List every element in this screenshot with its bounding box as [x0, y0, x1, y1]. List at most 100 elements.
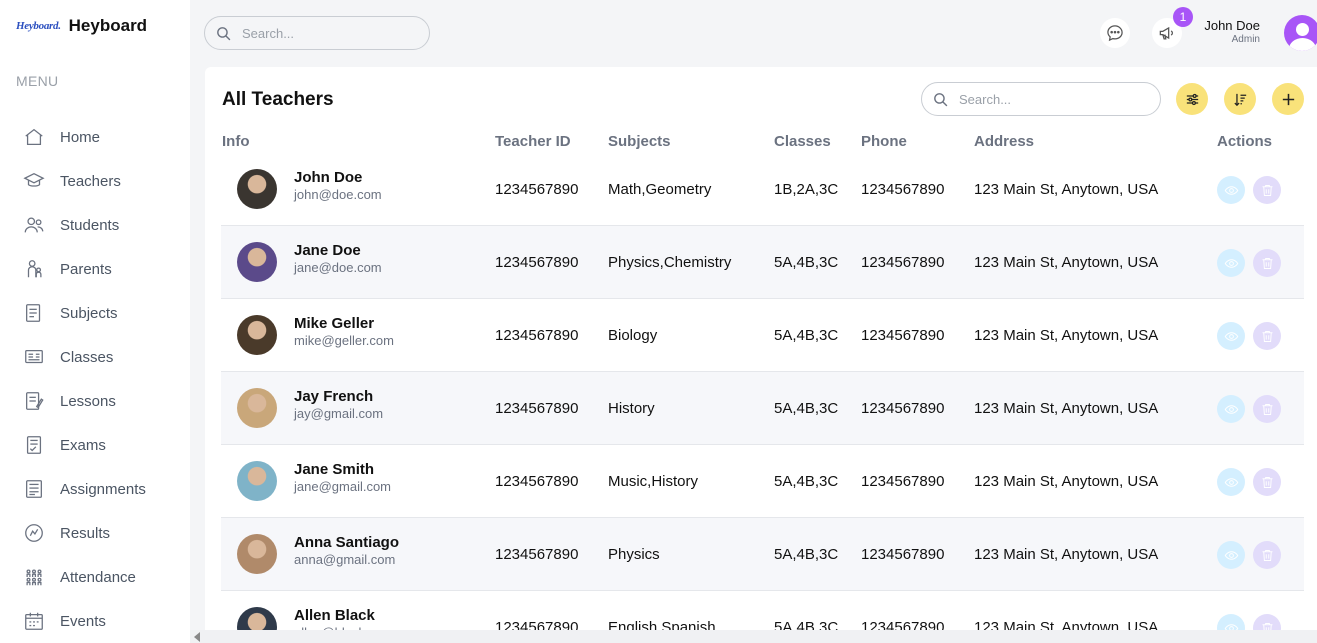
- filter-button[interactable]: [1176, 83, 1208, 115]
- sort-button[interactable]: [1224, 83, 1256, 115]
- teacher-id: 1234567890: [495, 327, 579, 344]
- scroll-left-arrow[interactable]: [194, 632, 200, 642]
- teacher-address: 123 Main St, Anytown, USA: [974, 181, 1159, 198]
- teacher-subjects: Physics,Chemistry: [608, 254, 732, 271]
- teacher-name: John Doe: [294, 169, 363, 186]
- sidebar-item-label: Attendance: [60, 568, 136, 586]
- sidebar-item-home[interactable]: Home: [22, 115, 146, 159]
- sidebar-item-subjects[interactable]: Subjects: [22, 291, 146, 335]
- table-header: Info Teacher ID Subjects Classes Phone Addres…: [222, 133, 1304, 153]
- eye-icon: [1224, 477, 1238, 487]
- view-button[interactable]: [1217, 395, 1245, 423]
- teacher-subjects: Biology: [608, 327, 658, 344]
- table-search-box[interactable]: [921, 82, 1161, 116]
- add-teacher-button[interactable]: [1272, 83, 1304, 115]
- sidebar-item-events[interactable]: Events: [22, 599, 146, 643]
- teacher-photo: [237, 315, 277, 355]
- messages-button[interactable]: [1100, 18, 1130, 48]
- table-row: John Doe john@doe.com 1234567890 Math,Geome…: [221, 153, 1304, 226]
- class-icon: [22, 345, 46, 369]
- teacher-subjects: History: [608, 400, 655, 417]
- horizontal-scrollbar[interactable]: [190, 630, 1317, 643]
- user-avatar[interactable]: [1284, 15, 1317, 51]
- view-button[interactable]: [1217, 614, 1245, 630]
- sidebar-item-label: Results: [60, 524, 111, 542]
- teacher-email: jay@gmail.com: [294, 406, 384, 421]
- plus-icon: [1282, 93, 1294, 105]
- delete-button[interactable]: [1253, 541, 1281, 569]
- teacher-phone: 1234567890: [861, 619, 945, 630]
- page-title: All Teachers: [222, 89, 334, 110]
- table-row: Mike Geller mike@geller.com 1234567890 Biol…: [221, 299, 1304, 372]
- exam-icon: [22, 433, 46, 457]
- teacher-name: Anna Santiago: [294, 534, 400, 551]
- view-button[interactable]: [1217, 322, 1245, 350]
- sidebar-item-teachers[interactable]: Teachers: [22, 159, 146, 203]
- column-header-phone: Phone: [861, 133, 907, 150]
- teacher-photo: [237, 169, 277, 209]
- teacher-phone: 1234567890: [861, 400, 945, 417]
- top-search-box[interactable]: [204, 16, 430, 50]
- sidebar-item-results[interactable]: Results: [22, 511, 146, 555]
- sidebar-item-attendance[interactable]: Attendance: [22, 555, 146, 599]
- teacher-id: 1234567890: [495, 181, 579, 198]
- teacher-name: Jane Smith: [294, 461, 375, 478]
- teacher-classes: 5A,4B,3C: [774, 327, 839, 344]
- notification-badge: 1: [1173, 7, 1193, 27]
- sidebar-item-exams[interactable]: Exams: [22, 423, 146, 467]
- sidebar: Heyboard. Heyboard MENU Home Teachers Stud…: [0, 0, 190, 643]
- sidebar-item-label: Teachers: [60, 172, 121, 190]
- home-icon: [22, 125, 46, 149]
- sidebar-item-assignments[interactable]: Assignments: [22, 467, 146, 511]
- table-row: Allen Blackallen@black.com1234567890Engl…: [221, 591, 1304, 630]
- view-button[interactable]: [1217, 176, 1245, 204]
- table-search-input[interactable]: [959, 91, 1139, 107]
- delete-button[interactable]: [1253, 176, 1281, 204]
- teacher-phone: 1234567890: [861, 254, 945, 271]
- view-button[interactable]: [1217, 249, 1245, 277]
- delete-button[interactable]: [1253, 395, 1281, 423]
- view-button[interactable]: [1217, 468, 1245, 496]
- table-row: Jay French jay@gmail.com 1234567890 History…: [221, 372, 1304, 445]
- column-header-actions: Actions: [1217, 133, 1273, 150]
- avatar-body: [1289, 38, 1316, 51]
- teacher-subjects: Math,Geometry: [608, 181, 712, 198]
- topbar: 1 John Doe Admin: [190, 0, 1317, 66]
- top-search-input[interactable]: [242, 25, 412, 41]
- teacher-subjects: English,Spanish: [608, 619, 716, 630]
- delete-button[interactable]: [1253, 249, 1281, 277]
- sidebar-item-label: Home: [60, 128, 101, 146]
- user-role: Admin: [1231, 34, 1260, 45]
- brand-name: Heyboard: [68, 16, 148, 35]
- teacher-photo: [237, 607, 277, 630]
- assignment-icon: [22, 477, 46, 501]
- teacher-address: 123 Main St, Anytown, USA: [974, 546, 1159, 563]
- teacher-photo: [237, 242, 277, 282]
- menu-title: MENU: [16, 73, 59, 89]
- teacher-address: 123 Main St, Anytown, USA: [974, 400, 1159, 417]
- delete-button[interactable]: [1253, 468, 1281, 496]
- column-header-classes: Classes: [774, 133, 831, 150]
- trash-icon: [1262, 622, 1272, 630]
- brand-logo: Heyboard.: [16, 20, 61, 32]
- avatar-head: [1296, 23, 1309, 36]
- teacher-phone: 1234567890: [861, 181, 945, 198]
- eye-icon: [1224, 623, 1238, 630]
- brand[interactable]: Heyboard. Heyboard: [16, 16, 147, 36]
- sidebar-item-parents[interactable]: Parents: [22, 247, 146, 291]
- delete-button[interactable]: [1253, 322, 1281, 350]
- teacher-email: john@doe.com: [294, 187, 382, 202]
- trash-icon: [1262, 257, 1272, 269]
- trash-icon: [1262, 403, 1272, 415]
- teacher-classes: 5A,4B,3C: [774, 400, 839, 417]
- sort-icon: [1233, 93, 1246, 106]
- view-button[interactable]: [1217, 541, 1245, 569]
- eye-icon: [1224, 331, 1238, 341]
- sidebar-item-label: Exams: [60, 436, 106, 454]
- teacher-photo: [237, 461, 277, 501]
- sidebar-item-lessons[interactable]: Lessons: [22, 379, 146, 423]
- delete-button[interactable]: [1253, 614, 1281, 630]
- sidebar-item-students[interactable]: Students: [22, 203, 146, 247]
- sidebar-item-classes[interactable]: Classes: [22, 335, 146, 379]
- column-header-teacher-id: Teacher ID: [495, 133, 571, 150]
